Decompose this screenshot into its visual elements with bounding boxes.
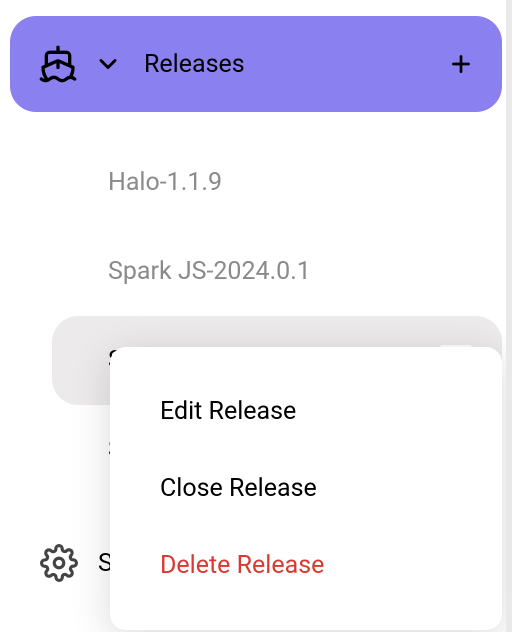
- release-item[interactable]: Halo-1.1.9: [10, 138, 502, 227]
- release-item[interactable]: Spark JS-2024.0.1: [10, 227, 502, 316]
- context-menu: Edit Release Close Release Delete Releas…: [110, 347, 502, 630]
- releases-header-title: Releases: [144, 50, 245, 79]
- close-release-menu-item[interactable]: Close Release: [110, 450, 502, 527]
- releases-header[interactable]: Releases: [10, 16, 502, 112]
- ship-icon: [38, 44, 78, 84]
- add-release-button[interactable]: [448, 51, 474, 77]
- chevron-down-icon: [94, 50, 122, 78]
- menu-item-label: Close Release: [160, 474, 317, 503]
- right-border: [506, 0, 512, 632]
- release-item-label: Halo-1.1.9: [108, 168, 222, 197]
- menu-item-label: Delete Release: [160, 551, 324, 580]
- release-item-label: Spark JS-2024.0.1: [108, 257, 311, 286]
- edit-release-menu-item[interactable]: Edit Release: [110, 373, 502, 450]
- delete-release-menu-item[interactable]: Delete Release: [110, 527, 502, 604]
- gear-icon: [40, 544, 78, 582]
- menu-item-label: Edit Release: [160, 397, 296, 426]
